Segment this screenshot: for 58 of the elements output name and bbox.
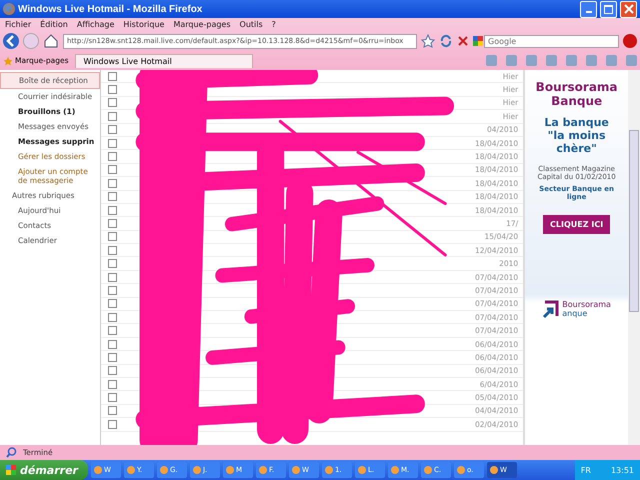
search-engine-icon[interactable] bbox=[473, 36, 483, 46]
checkbox[interactable] bbox=[108, 152, 117, 162]
checkbox[interactable] bbox=[108, 326, 117, 336]
checkbox[interactable] bbox=[108, 206, 117, 215]
ad-button[interactable]: CLIQUEZ ICI bbox=[543, 215, 610, 234]
logo-text: anque bbox=[562, 309, 588, 318]
checkbox[interactable] bbox=[108, 272, 117, 282]
checkbox[interactable] bbox=[108, 286, 117, 295]
checkbox[interactable] bbox=[108, 312, 117, 322]
checkbox[interactable] bbox=[108, 420, 117, 429]
checkbox[interactable] bbox=[108, 165, 117, 174]
ad-headline: La banque "la moins chère" bbox=[543, 116, 610, 155]
checkbox[interactable] bbox=[108, 246, 117, 255]
menu-item[interactable]: Marque-pages bbox=[173, 20, 231, 29]
close-button[interactable] bbox=[620, 0, 637, 18]
checkbox[interactable] bbox=[108, 352, 117, 362]
checkbox[interactable] bbox=[108, 232, 117, 242]
menu-item[interactable]: Fichier bbox=[5, 20, 32, 29]
checkbox[interactable] bbox=[108, 366, 117, 376]
menu-item[interactable]: Édition bbox=[40, 20, 68, 29]
reload-icon[interactable] bbox=[439, 34, 453, 48]
maximize-button[interactable] bbox=[600, 0, 617, 18]
window-title: Windows Live Hotmail - Mozilla Firefox bbox=[18, 4, 204, 14]
clock: 13:51 bbox=[610, 466, 634, 474]
home-icon[interactable] bbox=[43, 33, 59, 49]
scrollbar[interactable] bbox=[628, 70, 640, 445]
minimize-button[interactable] bbox=[580, 0, 597, 18]
checkbox[interactable] bbox=[108, 98, 117, 108]
menu-item[interactable]: ? bbox=[272, 20, 276, 29]
star-icon[interactable] bbox=[421, 34, 435, 48]
checkbox[interactable] bbox=[108, 393, 117, 402]
checkbox[interactable] bbox=[108, 406, 117, 416]
menu-item[interactable]: Outils bbox=[240, 20, 263, 29]
ad-title: Boursorama Banque bbox=[534, 80, 619, 108]
search-icon bbox=[6, 447, 17, 458]
checkbox[interactable] bbox=[108, 72, 117, 81]
checkbox[interactable] bbox=[108, 340, 117, 348]
star-icon bbox=[3, 56, 13, 66]
logo-icon bbox=[542, 299, 560, 319]
start-button[interactable]: démarrer bbox=[0, 460, 88, 480]
checkbox[interactable] bbox=[108, 218, 117, 228]
checkbox[interactable] bbox=[108, 112, 117, 121]
search-field[interactable]: Google bbox=[484, 34, 619, 48]
checkbox[interactable] bbox=[108, 125, 117, 134]
menu-item[interactable]: Affichage bbox=[76, 20, 114, 29]
browser-tab[interactable]: Windows Live Hotmail bbox=[74, 54, 252, 68]
checkbox[interactable] bbox=[108, 380, 117, 389]
checkbox[interactable] bbox=[108, 192, 117, 202]
checkbox[interactable] bbox=[108, 85, 117, 94]
checkbox[interactable] bbox=[108, 178, 117, 188]
stop-icon[interactable] bbox=[457, 35, 469, 47]
logo-text: Boursorama bbox=[562, 300, 611, 309]
checkbox[interactable] bbox=[108, 138, 117, 148]
menu-item[interactable]: Historique bbox=[123, 20, 164, 29]
checkbox[interactable] bbox=[108, 299, 117, 308]
checkbox[interactable] bbox=[108, 259, 117, 268]
back-button[interactable] bbox=[3, 33, 19, 49]
close-icon bbox=[624, 4, 634, 14]
